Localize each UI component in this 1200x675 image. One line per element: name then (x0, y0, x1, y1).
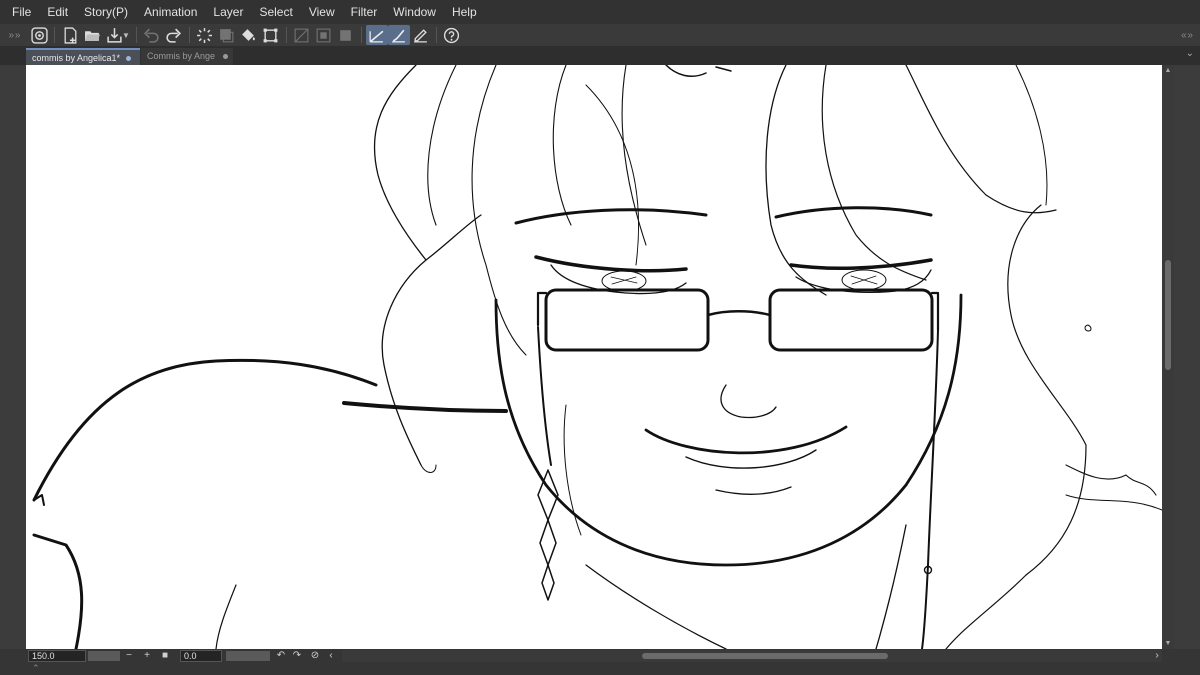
menu-layer[interactable]: Layer (205, 0, 251, 24)
undo-icon[interactable] (141, 25, 163, 45)
document-tab-bar: commis by Angelica1* Commis by Ange ⌄ (0, 46, 1200, 65)
menu-file[interactable]: File (0, 0, 39, 24)
rotation-slider[interactable] (226, 651, 270, 661)
canvas-status-bar: 150.0 − + ■ 0.0 ↶ ↷ ⊘ ‹ › ⌃ (0, 649, 1200, 675)
toolbar-divider (285, 27, 287, 43)
square-icon[interactable] (335, 25, 357, 45)
toolbar-overflow-icon[interactable]: « » (1181, 30, 1200, 41)
menu-filter[interactable]: Filter (343, 0, 386, 24)
ruler-icon[interactable] (291, 25, 313, 45)
brush-icon[interactable] (387, 25, 410, 45)
menu-select[interactable]: Select (251, 0, 300, 24)
horizontal-scrollbar[interactable] (342, 650, 1162, 662)
redo-icon[interactable] (163, 25, 185, 45)
menu-story[interactable]: Story(P) (76, 0, 136, 24)
menu-animation[interactable]: Animation (136, 0, 205, 24)
help-icon[interactable] (441, 25, 463, 45)
open-folder-icon[interactable] (81, 25, 103, 45)
ruler-alt-icon[interactable] (313, 25, 335, 45)
rotate-left-icon[interactable]: ↶ (274, 649, 288, 662)
clear-icon[interactable] (216, 25, 238, 45)
horizontal-scroll-thumb[interactable] (642, 653, 888, 659)
tab-label: Commis by Ange (147, 51, 216, 61)
tab-commis-second[interactable]: Commis by Ange (141, 48, 233, 65)
toolbar-grip-icon[interactable]: » » (0, 30, 28, 41)
line-art-illustration (32, 65, 1162, 649)
reset-rotation-icon[interactable]: ⊘ (308, 649, 322, 662)
zoom-out-icon[interactable]: − (122, 649, 136, 662)
command-bar: » » ▼ « » (0, 24, 1200, 46)
vertical-scrollbar[interactable]: ▲ ▼ (1162, 65, 1174, 649)
fill-icon[interactable] (238, 25, 260, 45)
rotate-right-icon[interactable]: ↷ (290, 649, 304, 662)
pencil-icon[interactable] (410, 25, 432, 45)
loading-icon[interactable] (194, 25, 216, 45)
menu-edit[interactable]: Edit (39, 0, 76, 24)
right-dock-strip (1174, 65, 1200, 649)
zoom-input[interactable]: 150.0 (28, 650, 86, 662)
chevron-down-icon[interactable]: ⌄ (1186, 48, 1194, 59)
toolbar-divider (135, 27, 137, 43)
panel-collapse-icon[interactable]: ⌃ (32, 663, 40, 674)
toolbar-divider (360, 27, 362, 43)
vertical-scroll-thumb[interactable] (1165, 260, 1171, 370)
scroll-down-arrow-icon[interactable]: ▼ (1162, 640, 1174, 647)
tab-label: commis by Angelica1* (32, 53, 121, 63)
tab-close-dot-icon[interactable] (126, 56, 132, 62)
menu-window[interactable]: Window (385, 0, 444, 24)
tab-commis-active[interactable]: commis by Angelica1* (26, 48, 140, 65)
rotation-angle-input[interactable]: 0.0 (180, 650, 222, 662)
toolbar-divider (54, 27, 55, 43)
transform-icon[interactable] (260, 25, 282, 45)
zoom-in-icon[interactable]: + (140, 649, 154, 662)
scroll-left-arrow-icon[interactable]: ‹ (324, 649, 338, 662)
left-dock-strip (0, 65, 26, 649)
fit-stop-icon[interactable]: ■ (158, 649, 172, 662)
save-dropdown-chevron-icon[interactable]: ▼ (122, 31, 130, 40)
menu-help[interactable]: Help (444, 0, 485, 24)
menu-view[interactable]: View (301, 0, 343, 24)
new-file-icon[interactable] (59, 25, 81, 45)
pen-icon[interactable] (365, 25, 388, 45)
drawing-canvas[interactable] (26, 65, 1162, 649)
scroll-up-arrow-icon[interactable]: ▲ (1162, 67, 1174, 74)
toolbar-divider (188, 27, 190, 43)
tab-close-dot-icon[interactable] (223, 54, 228, 60)
clip-studio-icon[interactable] (28, 25, 50, 45)
scroll-right-arrow-icon[interactable]: › (1150, 649, 1164, 662)
zoom-slider[interactable] (88, 651, 120, 661)
menu-bar: File Edit Story(P) Animation Layer Selec… (0, 0, 1200, 24)
toolbar-divider (435, 27, 437, 43)
